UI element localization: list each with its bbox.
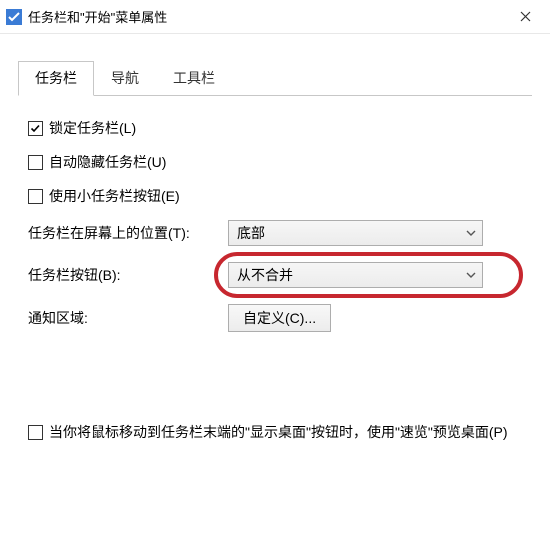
small-buttons-label: 使用小任务栏按钮(E) <box>49 186 180 206</box>
close-button[interactable] <box>502 0 548 33</box>
position-dropdown[interactable]: 底部 <box>228 220 483 246</box>
chevron-down-icon <box>466 228 476 238</box>
buttons-combine-value: 从不合并 <box>237 265 293 285</box>
titlebar: 任务栏和"开始"菜单属性 <box>0 0 550 34</box>
autohide-checkbox[interactable] <box>28 155 43 170</box>
tab-strip: 任务栏 导航 工具栏 <box>0 34 550 96</box>
chevron-down-icon <box>466 270 476 280</box>
lock-taskbar-label: 锁定任务栏(L) <box>49 118 136 138</box>
buttons-combine-dropdown[interactable]: 从不合并 <box>228 262 483 288</box>
taskbar-panel: 锁定任务栏(L) 自动隐藏任务栏(U) 使用小任务栏按钮(E) 任务栏在屏幕上的… <box>0 96 550 442</box>
close-icon <box>520 11 531 22</box>
peek-desktop-checkbox[interactable] <box>28 425 43 440</box>
tab-navigation[interactable]: 导航 <box>94 61 156 96</box>
tab-toolbars[interactable]: 工具栏 <box>156 61 232 96</box>
notification-label: 通知区域: <box>28 308 228 328</box>
buttons-combine-label: 任务栏按钮(B): <box>28 265 228 285</box>
small-buttons-checkbox[interactable] <box>28 189 43 204</box>
lock-taskbar-checkbox[interactable] <box>28 121 43 136</box>
window-title: 任务栏和"开始"菜单属性 <box>28 7 502 26</box>
peek-desktop-label: 当你将鼠标移动到任务栏末端的"显示桌面"按钮时，使用"速览"预览桌面(P) <box>49 422 508 442</box>
autohide-label: 自动隐藏任务栏(U) <box>49 152 166 172</box>
position-label: 任务栏在屏幕上的位置(T): <box>28 223 228 243</box>
checkmark-icon <box>30 123 41 134</box>
tab-taskbar[interactable]: 任务栏 <box>18 61 94 96</box>
app-icon <box>6 9 22 25</box>
position-value: 底部 <box>237 223 265 243</box>
customize-button[interactable]: 自定义(C)... <box>228 304 331 332</box>
